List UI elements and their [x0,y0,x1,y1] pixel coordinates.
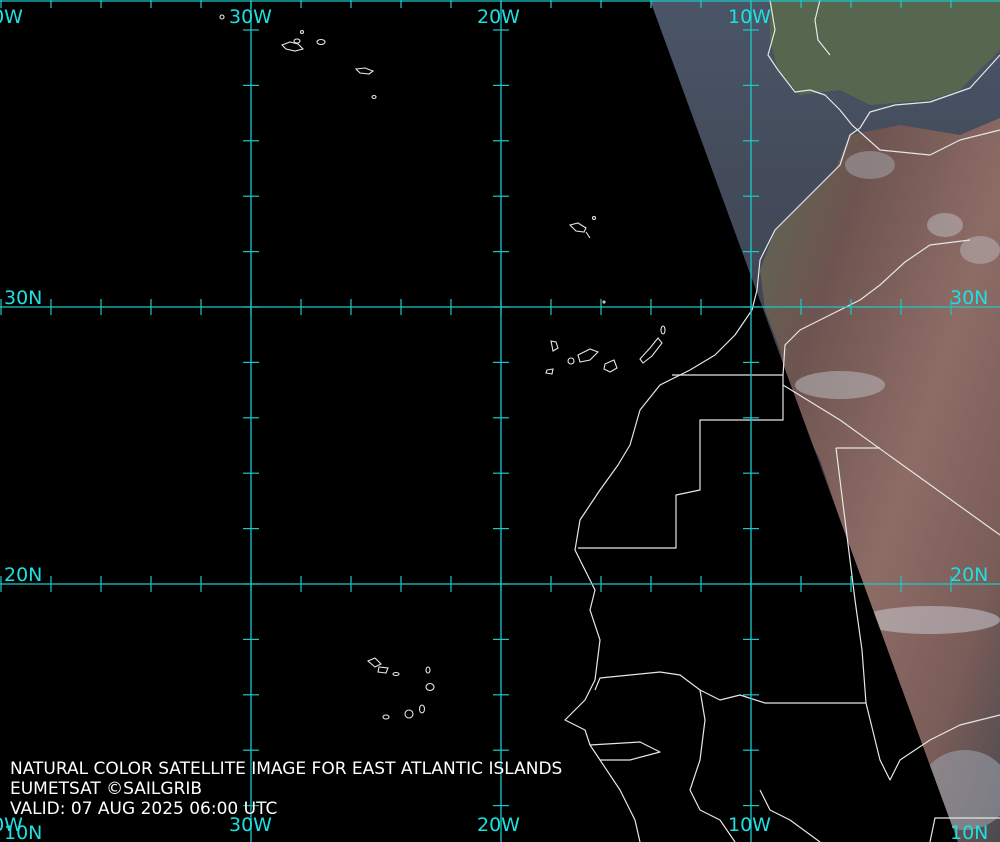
africa-land [760,118,1000,842]
label-lat-left-20n: 20N [4,564,43,586]
caption-valid-time: VALID: 07 AUG 2025 06:00 UTC [10,799,278,819]
label-lon-top-40w: 40W [0,6,23,28]
caption-title: NATURAL COLOR SATELLITE IMAGE FOR EAST A… [10,759,563,779]
satellite-imagery [650,0,1000,842]
cape-verde-islands [366,657,435,720]
cloud-band [795,371,885,399]
label-lon-top-10w: 10W [728,6,771,28]
islands [219,14,666,720]
label-lon-top-30w: 30W [229,6,272,28]
satellite-map: 40W 30W 20W 10W 40W 30W 20W 10W 30N 20N … [0,0,1000,842]
caption-credit: EUMETSAT ©SAILGRIB [10,779,203,799]
cloud-band [860,606,1000,634]
label-lon-bottom-10w: 10W [728,814,771,836]
map-caption: NATURAL COLOR SATELLITE IMAGE FOR EAST A… [10,759,562,819]
gambia-border [589,741,661,761]
madeira-islands [568,215,597,239]
map-canvas [0,0,1000,842]
canary-islands [545,300,666,375]
label-lon-top-20w: 20W [477,6,520,28]
label-lat-right-30n: 30N [950,287,989,309]
label-lat-right-20n: 20N [950,564,989,586]
cloud-patch [845,151,895,179]
cloud-patch [927,213,963,237]
label-lat-left-10n: 10N [4,822,43,842]
western-sahara-south-border [578,375,784,549]
label-lat-right-10n: 10N [950,822,989,842]
label-lat-left-30n: 30N [4,287,43,309]
